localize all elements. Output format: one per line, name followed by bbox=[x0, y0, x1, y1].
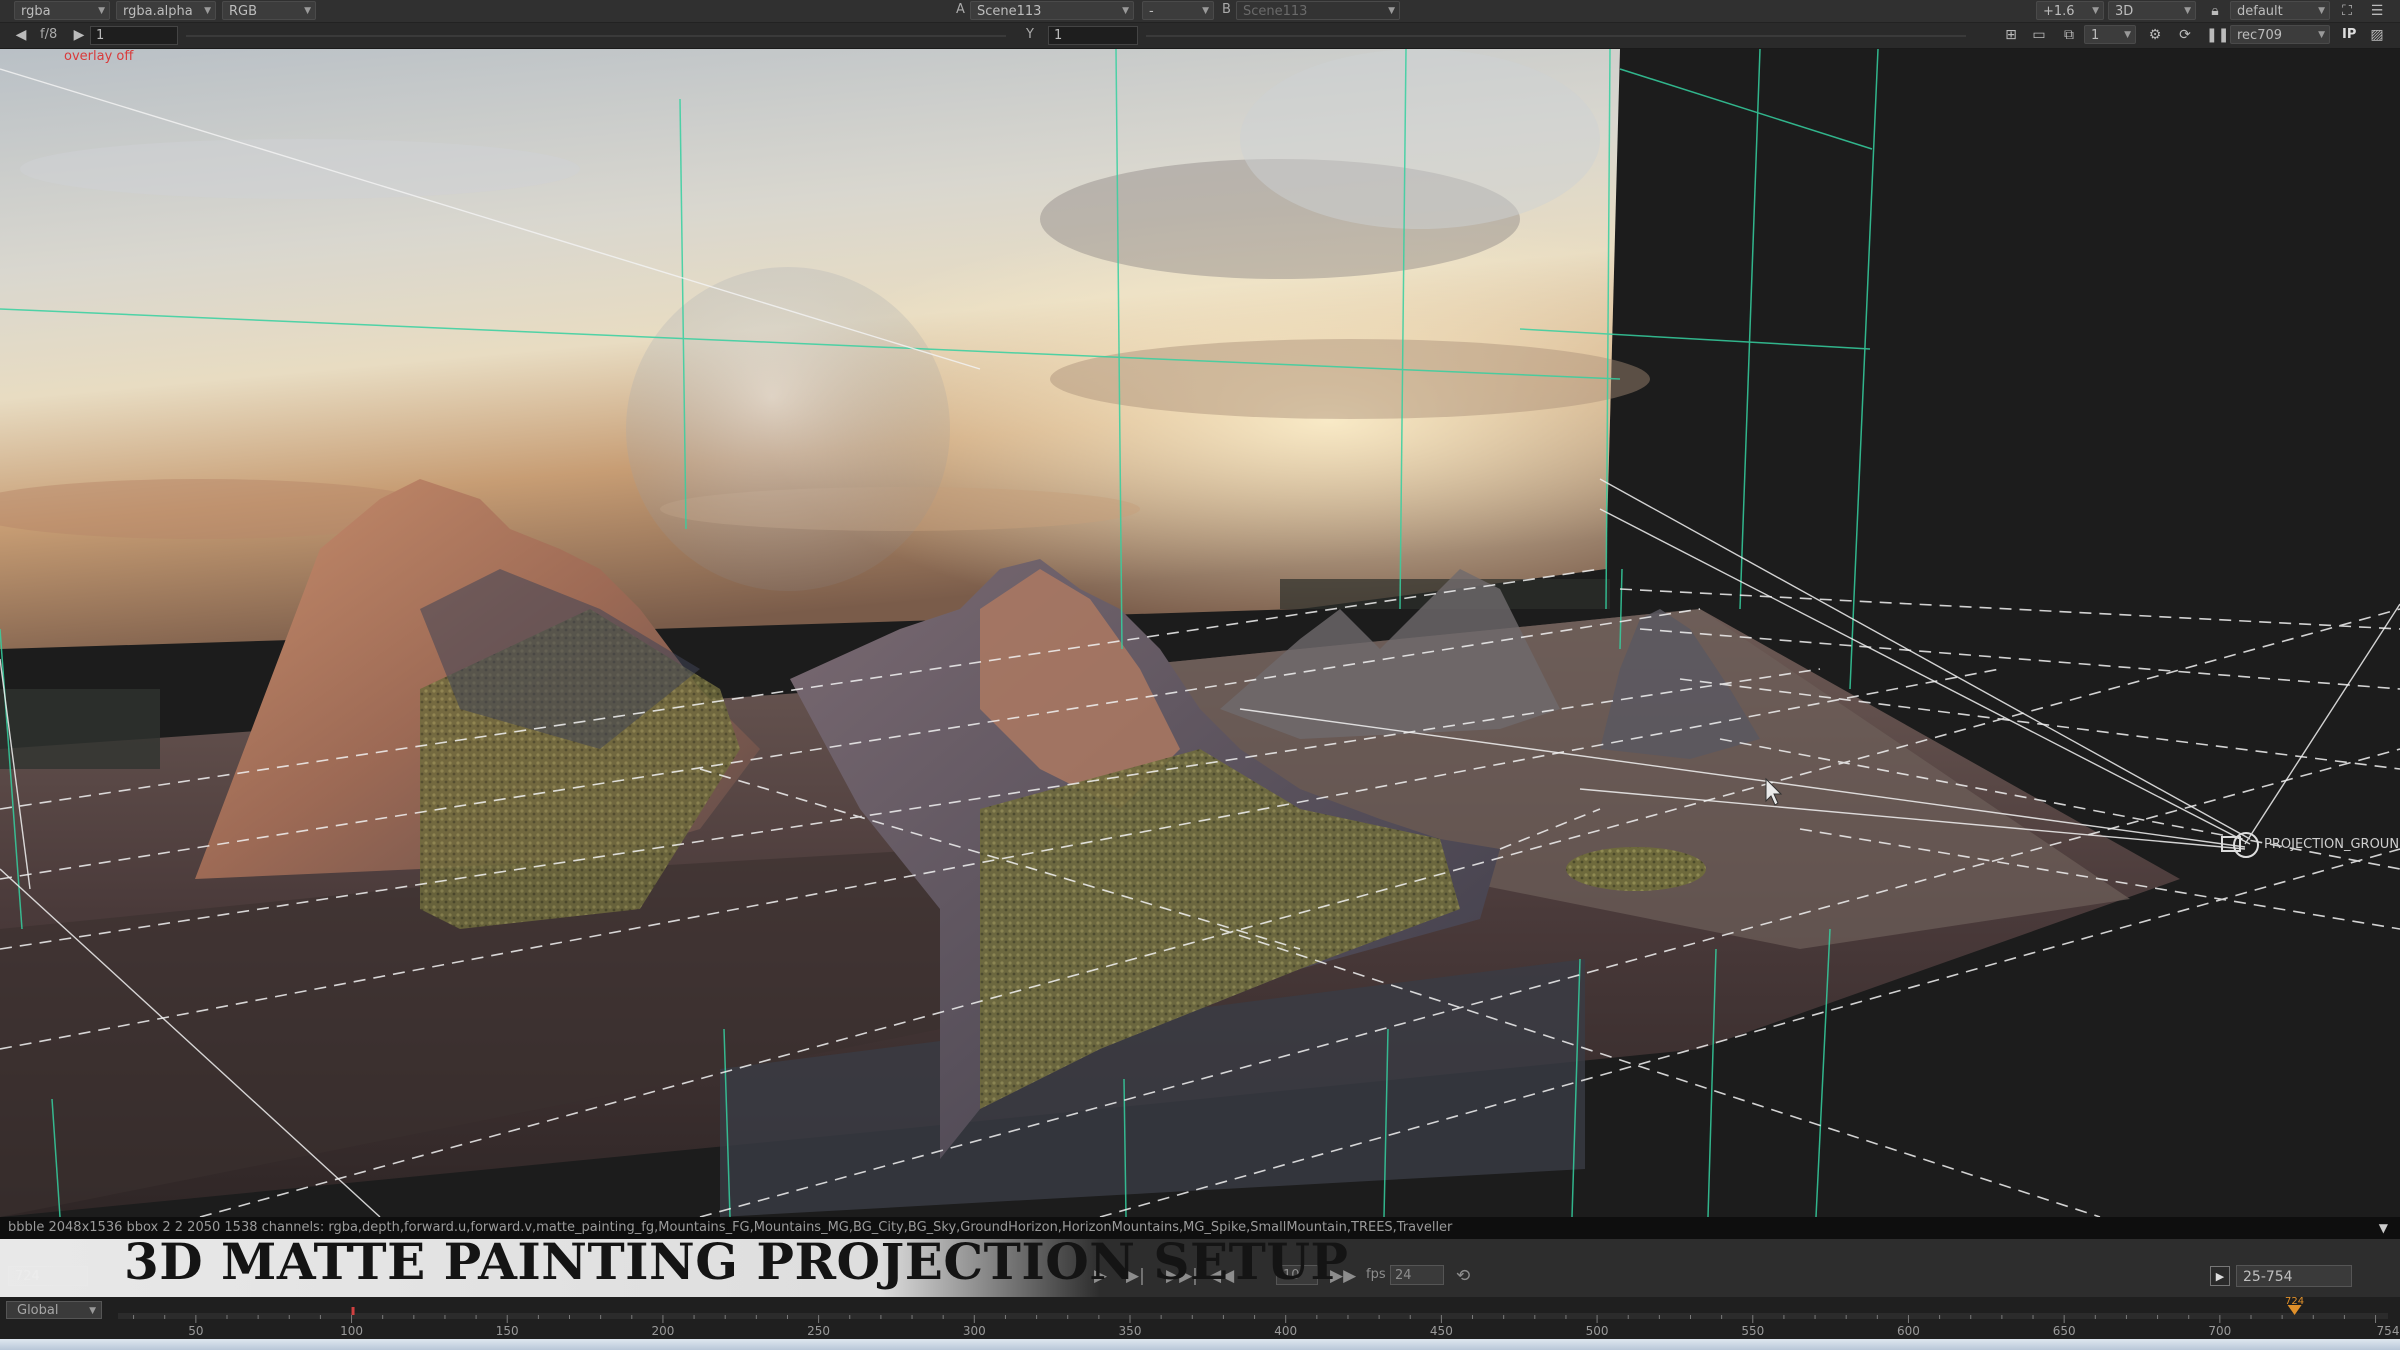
dropdown-arrow-icon: ▼ bbox=[1388, 6, 1395, 16]
timeline-in-marker[interactable] bbox=[351, 1307, 355, 1315]
range-play-button[interactable]: ▶ bbox=[2210, 1266, 2230, 1286]
video-title: 3D MATTE PAINTING PROJECTION SETUP bbox=[124, 1232, 1349, 1291]
timeline-tick-label: 650 bbox=[2053, 1324, 2076, 1338]
viewer-toolbar-bottom: ◀ f/8 ▶ 1 Y 1 ⊞ ▭ ⧉ 1 ▼ ⚙ ⟳ ❚❚ rec709 ▼ … bbox=[0, 23, 2400, 49]
roi-icon[interactable]: ⊞ bbox=[2002, 26, 2020, 44]
input-b-dropdown[interactable]: Scene113 ▼ bbox=[1236, 1, 1400, 20]
fstop-label[interactable]: f/8 bbox=[40, 27, 57, 42]
input-b-label: B bbox=[1222, 2, 1231, 17]
loop-icon[interactable]: ⟲ bbox=[1456, 1266, 1470, 1286]
chevron-down-icon[interactable]: ▼ bbox=[2379, 1217, 2388, 1239]
dropdown-arrow-icon: ▼ bbox=[98, 6, 105, 16]
camera-dropdown[interactable]: default ▼ bbox=[2230, 1, 2330, 20]
timeline-tick-label: 250 bbox=[807, 1324, 830, 1338]
frame-input[interactable]: 1 bbox=[90, 26, 178, 45]
refresh-icon[interactable]: ⟳ bbox=[2176, 26, 2194, 44]
global-dropdown[interactable]: Global ▼ bbox=[6, 1301, 102, 1319]
timeline-ruler[interactable]: 50 100 150 200 250 300 350 400 450 500 550 600 650 70… bbox=[0, 1296, 2400, 1339]
layer-dropdown[interactable]: rgba.alpha ▼ bbox=[116, 1, 216, 20]
lut-dropdown[interactable]: rec709 ▼ bbox=[2230, 25, 2330, 44]
dropdown-arrow-icon: ▼ bbox=[2092, 6, 2099, 16]
global-value: Global bbox=[17, 1303, 59, 1318]
fps-field[interactable]: 24 bbox=[1390, 1265, 1444, 1285]
timeline-tick-label: 754 bbox=[2377, 1324, 2400, 1338]
y-input[interactable]: 1 bbox=[1048, 26, 1138, 45]
timeline-tick-label: 400 bbox=[1274, 1324, 1297, 1338]
viewer-3d[interactable]: overlay off PROJECTION_GROUND18 bbox=[0, 49, 2400, 1217]
timeline-tick-label: 50 bbox=[188, 1324, 203, 1338]
frame-range-field[interactable]: 25-754 bbox=[2236, 1265, 2352, 1287]
step-back-icon[interactable]: ◀ bbox=[12, 26, 30, 44]
hatch-icon[interactable]: ▨ bbox=[2368, 26, 2386, 44]
input-b-value: Scene113 bbox=[1243, 4, 1308, 19]
scene-render bbox=[0, 49, 2400, 1217]
dropdown-arrow-icon: ▼ bbox=[204, 6, 211, 16]
timeline-track[interactable] bbox=[118, 1313, 2388, 1319]
channels-value: rgba bbox=[21, 4, 51, 19]
dropdown-arrow-icon: ▼ bbox=[2124, 30, 2131, 40]
moon-sphere bbox=[626, 267, 950, 591]
timeline-playhead-label: 724 bbox=[2285, 1297, 2304, 1307]
compare-op-value: - bbox=[1149, 4, 1154, 19]
timeline-tick-label: 700 bbox=[2208, 1324, 2231, 1338]
gain-slider[interactable] bbox=[186, 35, 1006, 37]
dropdown-arrow-icon: ▼ bbox=[1122, 6, 1129, 16]
display-dropdown[interactable]: RGB ▼ bbox=[222, 1, 316, 20]
viewer-toolbar-top: rgba ▼ rgba.alpha ▼ RGB ▼ A Scene113 ▼ -… bbox=[0, 0, 2400, 23]
dropdown-arrow-icon: ▼ bbox=[2318, 6, 2325, 16]
step-forward-icon[interactable]: ▶ bbox=[70, 26, 88, 44]
gamma-slider[interactable] bbox=[1146, 35, 1966, 37]
input-a-value: Scene113 bbox=[977, 4, 1042, 19]
timeline-tick-label: 600 bbox=[1897, 1324, 1920, 1338]
timeline-tick-label: 350 bbox=[1119, 1324, 1142, 1338]
ip-button[interactable]: IP bbox=[2342, 27, 2356, 42]
timeline[interactable]: 50 100 150 200 250 300 350 400 450 500 550 600 650 70… bbox=[0, 1296, 2400, 1339]
dropdown-arrow-icon: ▼ bbox=[89, 1306, 96, 1316]
downscale-value: 1 bbox=[2091, 28, 2100, 43]
dropdown-arrow-icon: ▼ bbox=[2318, 30, 2325, 40]
display-value: RGB bbox=[229, 4, 258, 19]
timeline-tick-label: 550 bbox=[1741, 1324, 1764, 1338]
input-a-label: A bbox=[956, 2, 965, 17]
gain-dropdown[interactable]: +1.6 ▼ bbox=[2036, 1, 2104, 20]
pause-icon[interactable]: ❚❚ bbox=[2206, 26, 2229, 44]
menu-icon[interactable]: ☰ bbox=[2368, 2, 2386, 20]
lut-value: rec709 bbox=[2237, 28, 2283, 43]
timeline-tick-label: 150 bbox=[496, 1324, 519, 1338]
timeline-tick-label: 200 bbox=[651, 1324, 674, 1338]
y-label: Y bbox=[1026, 27, 1034, 42]
fps-label: fps bbox=[1366, 1267, 1386, 1282]
timeline-tick-label: 100 bbox=[340, 1324, 363, 1338]
tree-patch bbox=[1566, 847, 1706, 891]
layer-value: rgba.alpha bbox=[123, 4, 193, 19]
camera-lock-icon[interactable]: 🔒︎ bbox=[2206, 2, 2224, 20]
view-mode-dropdown[interactable]: 3D ▼ bbox=[2108, 1, 2196, 20]
gain-value: +1.6 bbox=[2043, 4, 2075, 19]
camera-label: PROJECTION_GROUND18 bbox=[2264, 837, 2400, 852]
channels-dropdown[interactable]: rgba ▼ bbox=[14, 1, 110, 20]
window-bottom-edge bbox=[0, 1339, 2400, 1350]
dropdown-arrow-icon: ▼ bbox=[2184, 6, 2191, 16]
gear-icon[interactable]: ⚙ bbox=[2146, 26, 2164, 44]
dropdown-arrow-icon: ▼ bbox=[304, 6, 311, 16]
input-a-dropdown[interactable]: Scene113 ▼ bbox=[970, 1, 1134, 20]
dropdown-arrow-icon: ▼ bbox=[1202, 6, 1209, 16]
timeline-tick-label: 300 bbox=[963, 1324, 986, 1338]
camera-value: default bbox=[2237, 4, 2283, 19]
compare-op-dropdown[interactable]: - ▼ bbox=[1142, 1, 1214, 20]
fullscreen-icon[interactable]: ⛶ bbox=[2338, 2, 2356, 20]
timeline-tick-label: 500 bbox=[1586, 1324, 1609, 1338]
proxy-icon[interactable]: ⧉ bbox=[2060, 26, 2078, 44]
timeline-tick-label: 450 bbox=[1430, 1324, 1453, 1338]
wipe-icon[interactable]: ▭ bbox=[2030, 26, 2048, 44]
view-mode-value: 3D bbox=[2115, 4, 2134, 19]
downscale-dropdown[interactable]: 1 ▼ bbox=[2084, 25, 2136, 44]
overlay-status: overlay off bbox=[64, 49, 134, 64]
